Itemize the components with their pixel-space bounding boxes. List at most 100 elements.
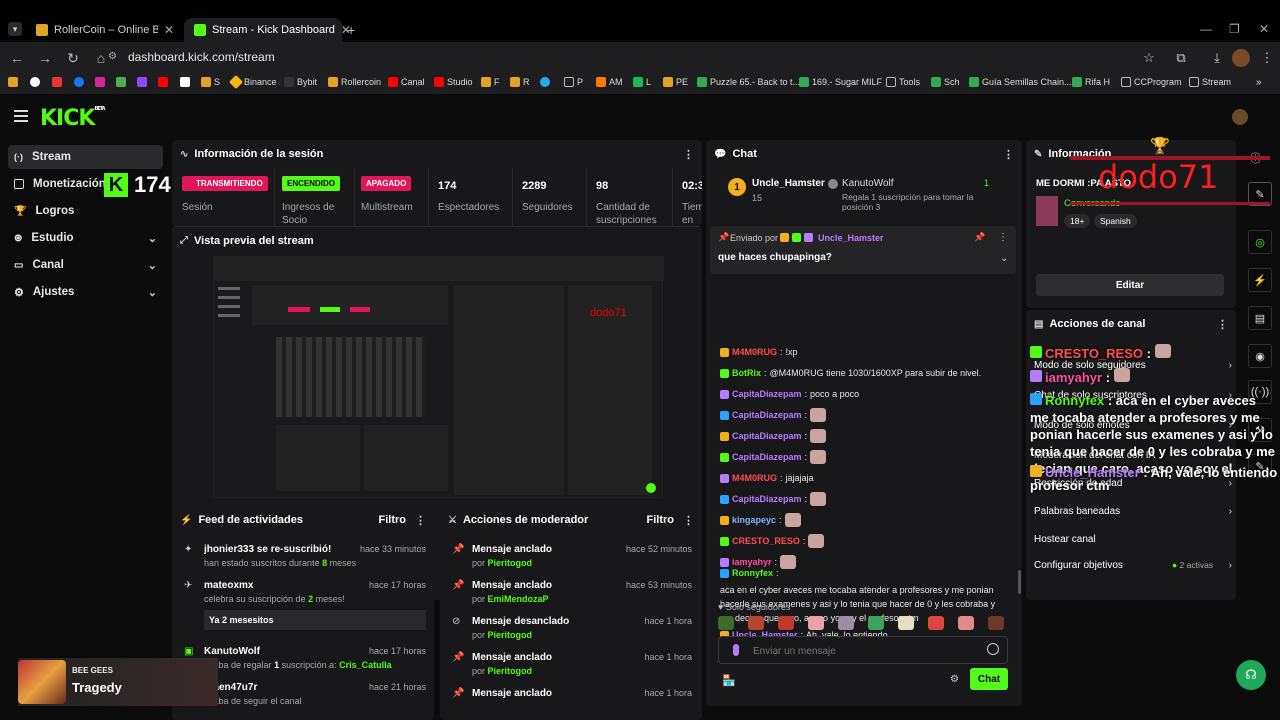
bookmark-p[interactable]: P [564, 77, 583, 87]
bookmark-icon[interactable] [95, 77, 105, 87]
channel-action-goals[interactable]: Configurar objetivos ● 2 activas › [1034, 560, 1232, 571]
more-options-icon[interactable]: ⋮ [1003, 148, 1014, 161]
tab-search-icon[interactable]: ▾ [8, 22, 22, 36]
tab-rollercoin[interactable]: RollerCoin – Online Bitcoin Min ✕ [26, 18, 184, 42]
bookmark-studio[interactable]: Studio [434, 77, 473, 87]
bookmark-pe[interactable]: PE [663, 77, 688, 87]
chat-username[interactable]: M4M0RUG [732, 345, 777, 359]
pinned-message[interactable]: 📌 Enviado por Uncle_Hamster 📌 ⋮ que hace… [710, 226, 1016, 274]
top-gifter-name[interactable]: Uncle_Hamster [752, 178, 825, 189]
bookmark-bybit[interactable]: Bybit [284, 77, 317, 87]
sidebar-item-canal[interactable]: ▭ Canal ⌄ [8, 253, 163, 277]
chat-username[interactable]: M4M0RUG [732, 471, 777, 485]
bookmark-icon[interactable] [158, 77, 168, 87]
bookmark-icon[interactable] [74, 77, 84, 87]
bookmark-rifa[interactable]: Rifa H [1072, 77, 1110, 87]
bookmark-binance[interactable]: Binance [228, 74, 277, 90]
chat-username[interactable]: Ronnyfex [732, 566, 773, 580]
bookmark-star-icon[interactable]: ☆ [1140, 49, 1158, 67]
bookmark-icon[interactable] [116, 77, 126, 87]
emote-icon[interactable] [958, 616, 974, 630]
more-options-icon[interactable]: ⋮ [1217, 318, 1228, 331]
sidebar-item-logros[interactable]: 🏆 Logros [8, 199, 163, 223]
emote-icon[interactable] [778, 616, 794, 630]
bookmark-icon[interactable] [137, 77, 147, 87]
forward-icon[interactable]: → [34, 47, 56, 69]
bookmark-puzzle[interactable]: Puzzle 65.- Back to t... [697, 77, 800, 87]
emote-icon[interactable] [928, 616, 944, 630]
reload-icon[interactable]: ↻ [62, 47, 84, 69]
chevron-down-icon[interactable]: ⌄ [1000, 253, 1008, 264]
bookmark-am[interactable]: AM [596, 77, 623, 87]
chat-username[interactable]: CapitaDiazepam [732, 408, 802, 422]
bookmark-icon[interactable] [8, 77, 18, 87]
sidebar-item-ajustes[interactable]: ⚙ Ajustes ⌄ [8, 280, 163, 304]
more-bookmarks-icon[interactable]: » [1256, 77, 1262, 88]
bookmark-stream[interactable]: Stream [1189, 77, 1231, 87]
unpin-icon[interactable]: 📌 [974, 232, 985, 243]
chat-username[interactable]: CapitaDiazepam [732, 429, 802, 443]
bookmark-canal[interactable]: Canal [388, 77, 425, 87]
bookmark-icon[interactable] [30, 77, 40, 87]
minimize-icon[interactable]: — [1200, 22, 1212, 36]
mod-user[interactable]: Pieritogod [488, 666, 533, 676]
emote-icon[interactable] [808, 616, 824, 630]
chat-username[interactable]: CapitaDiazepam [732, 492, 802, 506]
chat-message-field[interactable] [753, 643, 973, 659]
emote-icon[interactable] [718, 616, 734, 630]
activity-user[interactable]: Cris_Catulla [339, 660, 392, 670]
support-button[interactable]: ☊ [1236, 660, 1266, 690]
more-options-icon[interactable]: ⋮ [415, 514, 426, 527]
chat-username[interactable]: BotRix [732, 366, 761, 380]
store-icon[interactable]: 🏪 [722, 674, 736, 687]
bookmark-tools[interactable]: Tools [886, 77, 920, 87]
send-chat-button[interactable]: Chat [970, 668, 1008, 690]
bookmark-ccprogram[interactable]: CCProgram [1121, 77, 1182, 87]
sidebar-item-estudio[interactable]: ⊛ Estudio ⌄ [8, 226, 163, 250]
new-tab-icon[interactable]: + [347, 22, 355, 38]
stream-video[interactable]: dodo71 [213, 256, 664, 498]
chat-username[interactable]: CapitaDiazepam [732, 450, 802, 464]
filter-button[interactable]: Filtro [647, 514, 675, 526]
gift-user-name[interactable]: KanutoWolf [842, 178, 894, 189]
channel-action-banned-words[interactable]: Palabras baneadas › [1034, 506, 1232, 517]
bookmark-r[interactable]: R [510, 77, 530, 87]
back-icon[interactable]: ← [6, 47, 28, 69]
filter-button[interactable]: Filtro [379, 514, 407, 526]
bookmark-icon[interactable] [540, 77, 550, 87]
camera-rail-button[interactable]: ◎ [1248, 230, 1272, 254]
hamburger-menu-icon[interactable] [14, 110, 28, 122]
bookmark-icon[interactable] [180, 77, 190, 87]
bookmark-icon[interactable] [52, 77, 62, 87]
edit-button[interactable]: Editar [1036, 274, 1224, 296]
download-icon[interactable]: ⤓ [1208, 49, 1226, 67]
mic-icon[interactable] [733, 644, 739, 656]
chat-username[interactable]: CRESTO_RESO [732, 534, 800, 548]
tab-kick-dashboard[interactable]: Stream - Kick Dashboard ✕ [184, 18, 351, 42]
extensions-icon[interactable]: ⧉ [1172, 49, 1190, 67]
emote-icon[interactable] [868, 616, 884, 630]
chat-input[interactable] [718, 636, 1008, 664]
maximize-icon[interactable]: ❐ [1229, 22, 1240, 36]
chat-username[interactable]: kingapeyc [732, 513, 776, 527]
bookmark-s[interactable]: S [201, 77, 220, 87]
bookmark-sch[interactable]: Sch [931, 77, 960, 87]
window-close-icon[interactable]: ✕ [1259, 22, 1269, 36]
more-options-icon[interactable]: ⋮ [683, 514, 694, 527]
profile-avatar-icon[interactable] [1232, 49, 1250, 67]
site-info-icon[interactable]: ⚙ [108, 51, 117, 62]
user-avatar-icon[interactable] [1232, 109, 1248, 125]
kick-logo[interactable]: KICKBETA [40, 106, 106, 131]
close-tab-icon[interactable]: ✕ [164, 23, 174, 37]
mod-user[interactable]: Pieritogod [488, 630, 533, 640]
channel-action-host[interactable]: Hostear canal [1034, 534, 1224, 545]
more-options-icon[interactable]: ⋮ [683, 148, 694, 161]
emote-icon[interactable] [988, 616, 1004, 630]
bookmark-sugar[interactable]: 169.- Sugar MILF [799, 77, 882, 87]
bookmark-l[interactable]: L [633, 77, 651, 87]
emote-icon[interactable] [838, 616, 854, 630]
pinned-user[interactable]: Uncle_Hamster [818, 233, 884, 243]
bookmark-guia[interactable]: Guía Semillas Chain... [969, 77, 1072, 87]
bookmark-rollercoin[interactable]: Rollercoin [328, 77, 381, 87]
chat-username[interactable]: CapitaDiazepam [732, 387, 802, 401]
